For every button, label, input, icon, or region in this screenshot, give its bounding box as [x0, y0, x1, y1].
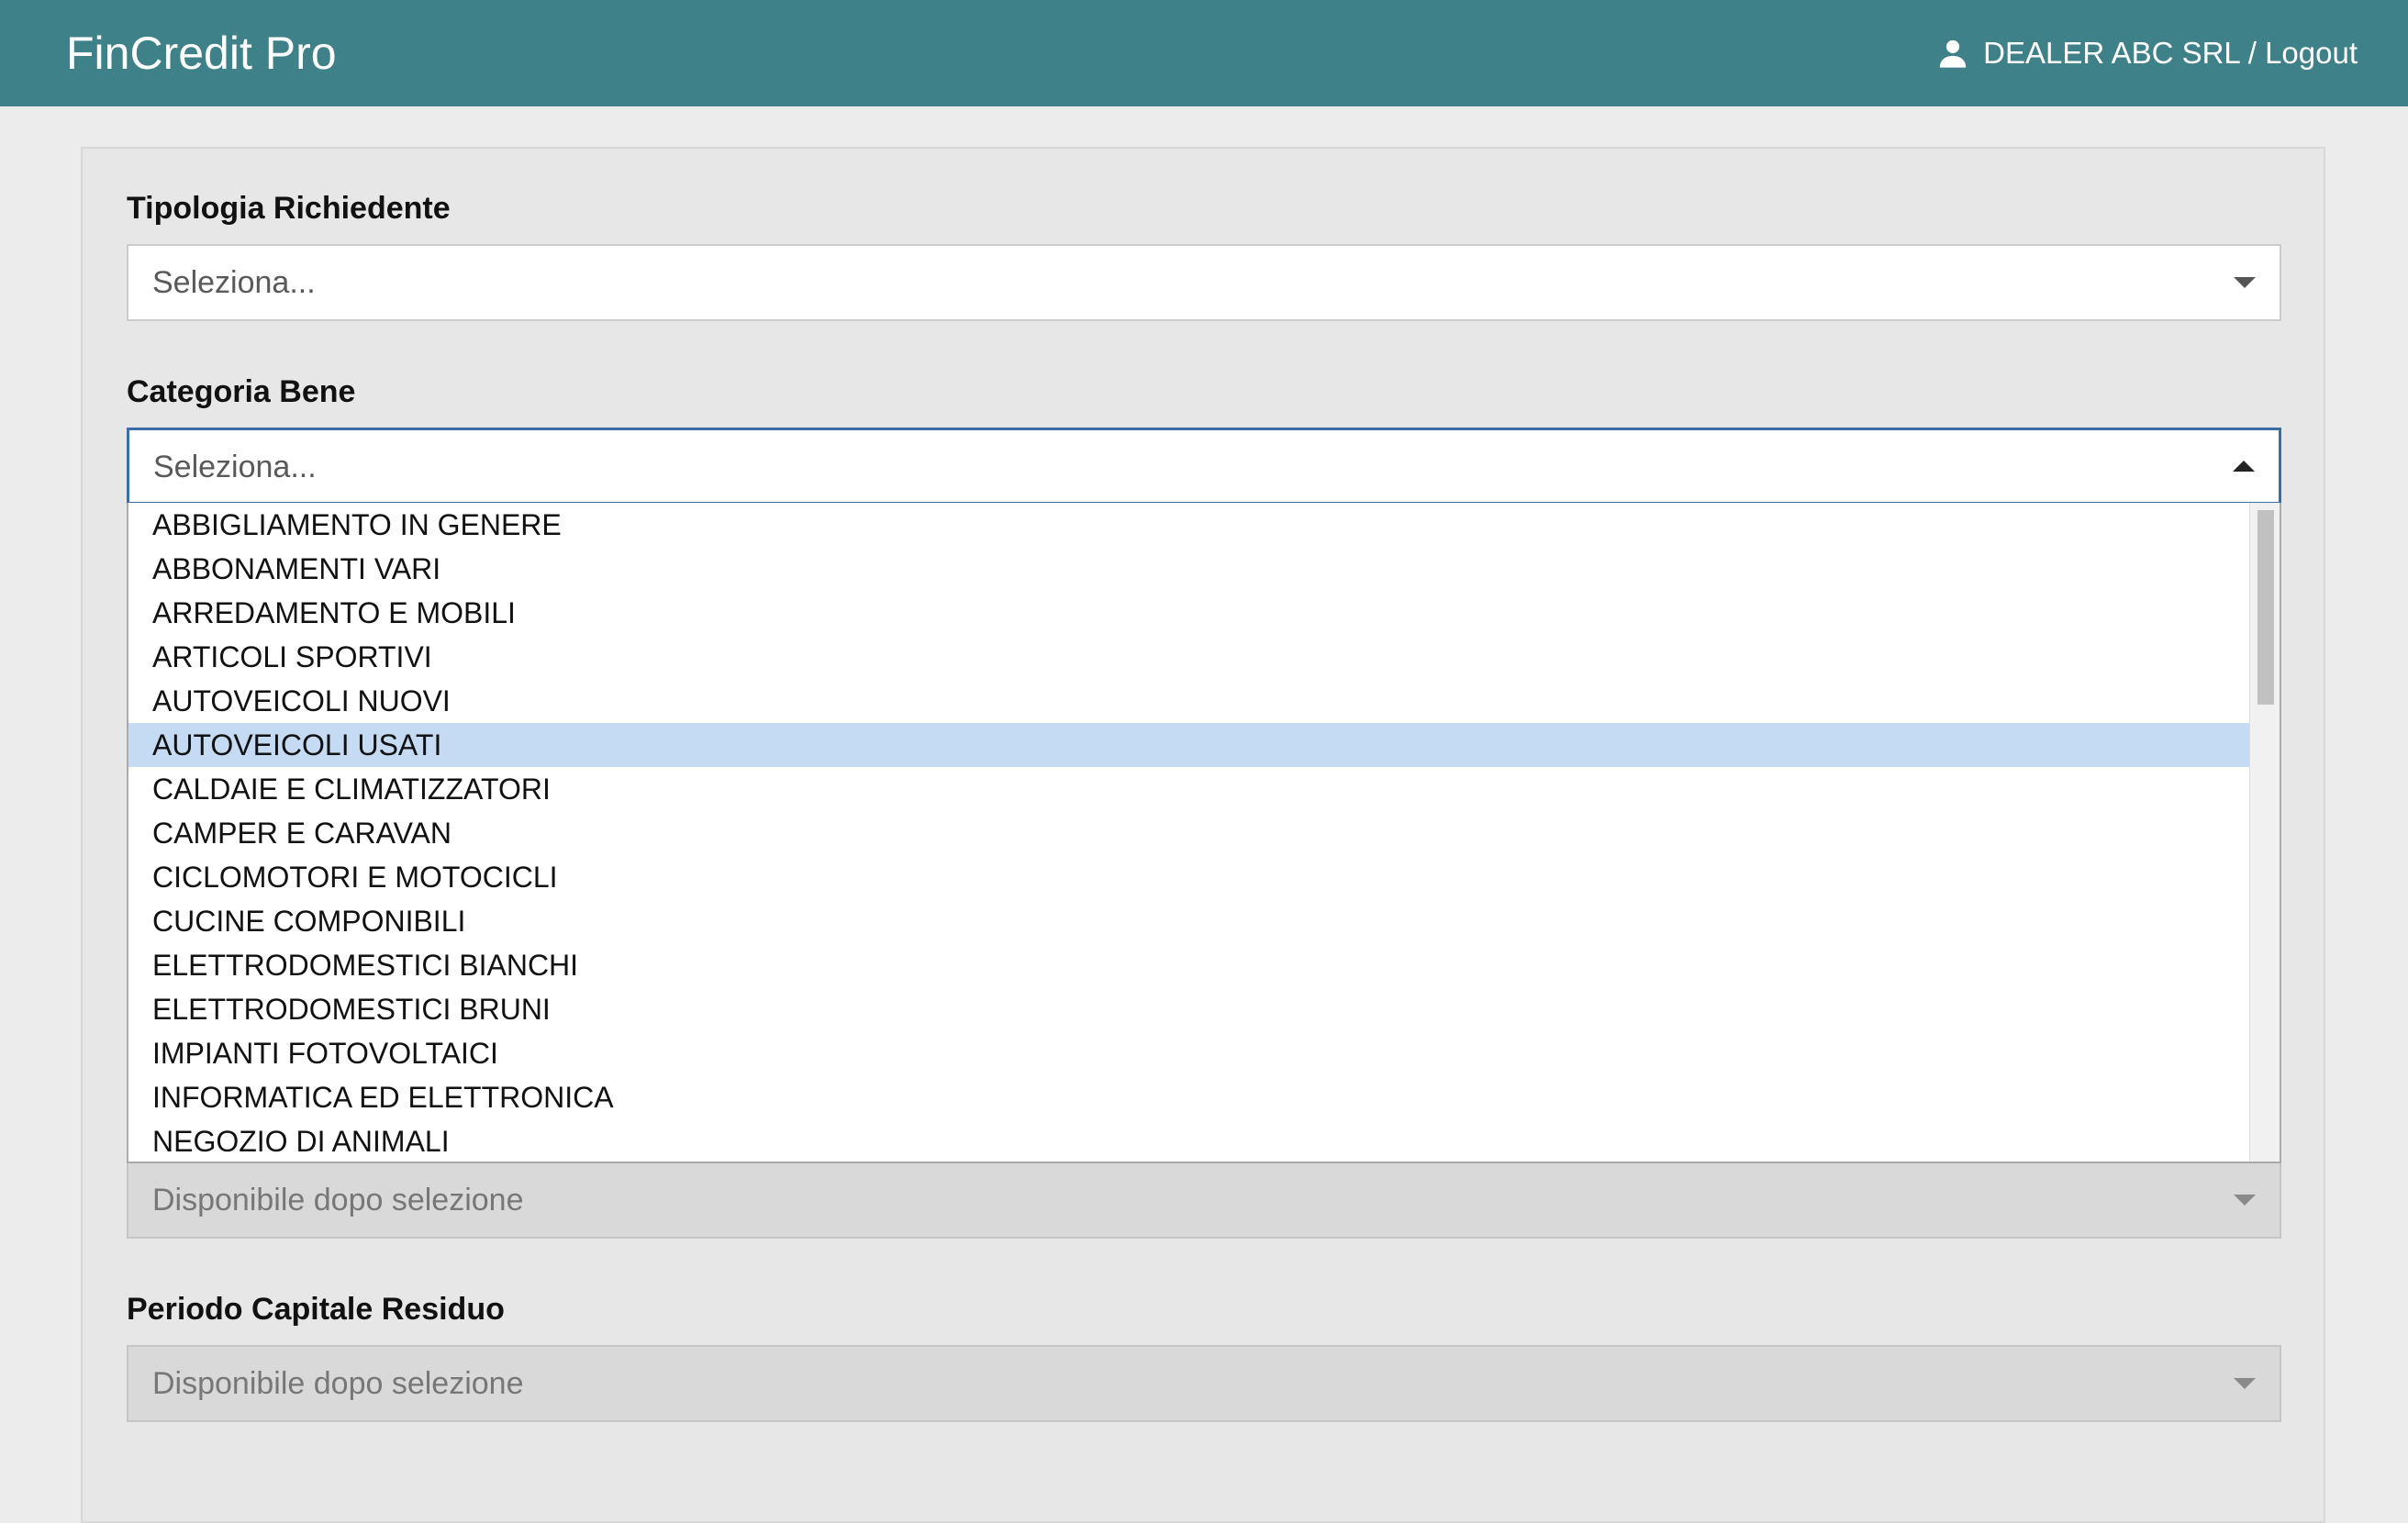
- option-item[interactable]: CAMPER E CARAVAN: [128, 811, 2250, 855]
- option-item[interactable]: ELETTRODOMESTICI BRUNI: [128, 987, 2250, 1031]
- tipologia-select[interactable]: Seleziona...: [127, 244, 2281, 321]
- user-logout-link[interactable]: DEALER ABC SRL / Logout: [1937, 33, 2358, 73]
- chevron-down-icon: [2234, 1195, 2256, 1206]
- user-icon: [1940, 39, 1967, 68]
- chevron-up-icon: [2233, 461, 2255, 472]
- tipologia-label: Tipologia Richiedente: [127, 191, 451, 226]
- option-item[interactable]: NEGOZIO DI ANIMALI: [128, 1119, 2250, 1162]
- user-logout-label[interactable]: DEALER ABC SRL / Logout: [1983, 36, 2358, 71]
- option-item[interactable]: INFORMATICA ED ELETTRONICA: [128, 1075, 2250, 1119]
- periodo-select-value: Disponibile dopo selezione: [152, 1366, 524, 1401]
- dropdown-scrollbar[interactable]: [2249, 503, 2280, 1162]
- option-item[interactable]: ELETTRODOMESTICI BIANCHI: [128, 943, 2250, 987]
- categoria-select-value: Seleziona...: [153, 450, 317, 484]
- option-item[interactable]: AUTOVEICOLI NUOVI: [128, 679, 2250, 723]
- option-item[interactable]: ABBONAMENTI VARI: [128, 547, 2250, 591]
- categoria-dropdown-list[interactable]: ABBIGLIAMENTO IN GENERE ABBONAMENTI VARI…: [127, 503, 2281, 1163]
- scrollbar-thumb[interactable]: [2258, 510, 2274, 705]
- brand-title[interactable]: FinCredit Pro: [66, 26, 337, 81]
- option-item[interactable]: IMPIANTI FOTOVOLTAICI: [128, 1031, 2250, 1075]
- option-item[interactable]: ARTICOLI SPORTIVI: [128, 635, 2250, 679]
- option-item[interactable]: CALDAIE E CLIMATIZZATORI: [128, 767, 2250, 811]
- chevron-down-icon: [2234, 277, 2256, 288]
- periodo-label: Periodo Capitale Residuo: [127, 1292, 505, 1327]
- option-item-highlighted[interactable]: AUTOVEICOLI USATI: [128, 723, 2250, 767]
- option-item[interactable]: ARREDAMENTO E MOBILI: [128, 591, 2250, 635]
- categoria-label: Categoria Bene: [127, 374, 356, 409]
- top-navbar: FinCredit Pro DEALER ABC SRL / Logout: [0, 0, 2408, 106]
- option-item[interactable]: ABBIGLIAMENTO IN GENERE: [128, 503, 2250, 547]
- disabled-select-value: Disponibile dopo selezione: [152, 1183, 524, 1217]
- chevron-down-icon: [2234, 1378, 2256, 1389]
- option-item[interactable]: CUCINE COMPONIBILI: [128, 899, 2250, 943]
- tipologia-select-value: Seleziona...: [152, 265, 316, 300]
- categoria-select[interactable]: Seleziona...: [127, 428, 2281, 505]
- disabled-select: Disponibile dopo selezione: [127, 1162, 2281, 1239]
- periodo-select: Disponibile dopo selezione: [127, 1345, 2281, 1422]
- option-item[interactable]: CICLOMOTORI E MOTOCICLI: [128, 855, 2250, 899]
